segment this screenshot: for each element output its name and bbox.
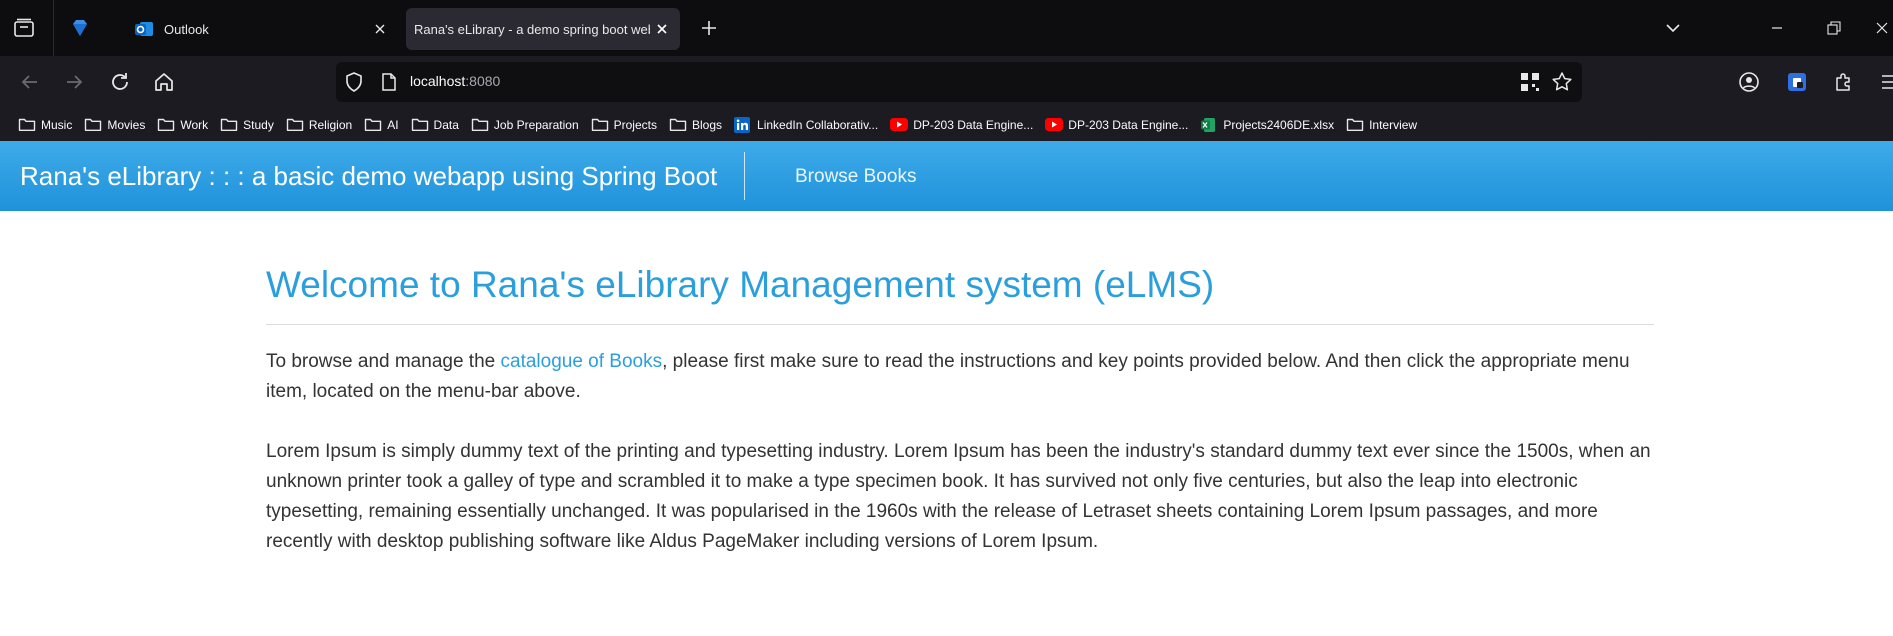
bookmark-label: Job Preparation (493, 117, 579, 132)
divider (266, 324, 1654, 325)
page-icon[interactable] (378, 71, 400, 93)
bookmark-label: Blogs (691, 117, 723, 132)
bookmark-label: DP-203 Data Engine... (913, 117, 1034, 132)
folder-icon (591, 117, 609, 133)
folder-icon (364, 117, 382, 133)
bookmark-item[interactable]: AI (358, 112, 404, 138)
lorem-paragraph: Lorem Ipsum is simply dummy text of the … (266, 441, 1651, 552)
folder-icon (411, 117, 429, 133)
reload-icon[interactable] (106, 68, 134, 96)
bookmark-item[interactable]: Music (12, 112, 78, 138)
tab-outlook[interactable]: Outlook (122, 8, 398, 50)
bookmark-star-icon[interactable] (1550, 70, 1574, 94)
catalogue-link[interactable]: catalogue of Books (501, 351, 663, 372)
bookmark-label: AI (387, 117, 399, 132)
address-bar[interactable]: localhost:8080 (336, 62, 1582, 102)
bookmark-label: Interview (1369, 117, 1418, 132)
bookmark-item[interactable]: Interview (1340, 112, 1423, 138)
forward-arrow-icon[interactable] (60, 68, 88, 96)
folder-icon (157, 117, 175, 133)
browse-books-link[interactable]: Browse Books (795, 166, 916, 188)
home-icon[interactable] (150, 68, 178, 96)
bookmark-item[interactable]: Projects (585, 112, 663, 138)
bookmark-label: DP-203 Data Engine... (1068, 117, 1189, 132)
youtube-icon (1045, 117, 1064, 133)
bookmark-label: LinkedIn Collaborativ... (757, 117, 879, 132)
tab-elibrary[interactable]: Rana's eLibrary - a demo spring boot web… (406, 8, 680, 50)
account-icon[interactable] (1735, 68, 1763, 96)
pinned-tab-gem-icon[interactable] (68, 16, 92, 40)
bookmark-item[interactable]: Data (405, 112, 465, 138)
site-brand[interactable]: Rana's eLibrary : : : a basic demo webap… (20, 161, 717, 192)
extension-shield-icon[interactable] (1783, 68, 1811, 96)
tab-title: Rana's eLibrary - a demo spring boot web… (414, 21, 650, 37)
tab-list-icon[interactable] (12, 16, 36, 40)
url-host: localhost (410, 73, 466, 89)
excel-icon (1200, 117, 1218, 133)
back-arrow-icon[interactable] (16, 68, 44, 96)
main-content: Welcome to Rana's eLibrary Management sy… (266, 211, 1654, 557)
browser-tab-bar: Outlook Rana's eLibrary - a demo spring … (0, 0, 1893, 56)
tab-title: Outlook (164, 21, 209, 37)
folder-icon (471, 117, 489, 133)
bookmark-item[interactable]: Study (214, 112, 280, 138)
tab-separator (53, 0, 54, 56)
page-title: Welcome to Rana's eLibrary Management sy… (266, 264, 1215, 305)
bookmark-item[interactable]: Blogs (663, 112, 728, 138)
restore-icon[interactable] (1822, 16, 1846, 40)
menu-icon[interactable] (1876, 68, 1893, 96)
bookmark-item[interactable]: LinkedIn Collaborativ... (728, 112, 884, 138)
bookmark-item[interactable]: DP-203 Data Engine... (884, 112, 1039, 138)
url-text[interactable]: localhost:8080 (410, 73, 500, 89)
close-window-icon[interactable] (1870, 16, 1893, 40)
chevron-down-icon[interactable] (1661, 16, 1685, 40)
bookmark-item[interactable]: Movies (78, 112, 151, 138)
bookmark-label: Religion (308, 117, 353, 132)
bookmark-item[interactable]: Job Preparation (465, 112, 585, 138)
folder-icon (18, 117, 36, 133)
linkedin-icon (734, 116, 752, 133)
folder-icon (220, 117, 238, 133)
bookmark-label: Work (180, 117, 209, 132)
qr-code-icon[interactable] (1518, 70, 1542, 94)
bookmark-label: Study (243, 117, 274, 132)
bookmark-label: Projects2406DE.xlsx (1223, 117, 1335, 132)
bookmark-label: Movies (107, 117, 146, 132)
folder-icon (84, 117, 102, 133)
bookmark-item[interactable]: Work (151, 112, 214, 138)
new-tab-icon[interactable] (697, 16, 721, 40)
folder-icon (1346, 117, 1364, 133)
bookmark-item[interactable]: DP-203 Data Engine... (1039, 112, 1194, 138)
bookmark-label: Music (41, 117, 73, 132)
intro-text-before: To browse and manage the (266, 351, 501, 372)
bookmarks-toolbar: Music Movies Work Study Religion AI Data Job Pr… (0, 108, 1893, 141)
folder-icon (669, 117, 687, 133)
bookmark-item[interactable]: Projects2406DE.xlsx (1194, 112, 1340, 138)
bookmark-label: Projects (613, 117, 657, 132)
shield-icon[interactable] (342, 70, 366, 94)
nav-divider (744, 152, 745, 200)
bookmark-label: Data (433, 117, 459, 132)
bookmark-item[interactable]: Religion (280, 112, 358, 138)
extensions-puzzle-icon[interactable] (1830, 68, 1858, 96)
minimize-icon[interactable] (1765, 16, 1789, 40)
intro-paragraph: To browse and manage the catalogue of Bo… (266, 347, 1654, 407)
close-tab-icon[interactable] (650, 17, 674, 41)
url-port: :8080 (465, 73, 501, 89)
youtube-icon (890, 117, 909, 133)
outlook-icon (134, 19, 154, 39)
folder-icon (286, 117, 304, 133)
browser-toolbar: localhost:8080 (0, 56, 1893, 108)
close-tab-icon[interactable] (368, 17, 392, 41)
site-navbar: Rana's eLibrary : : : a basic demo webap… (0, 141, 1893, 211)
